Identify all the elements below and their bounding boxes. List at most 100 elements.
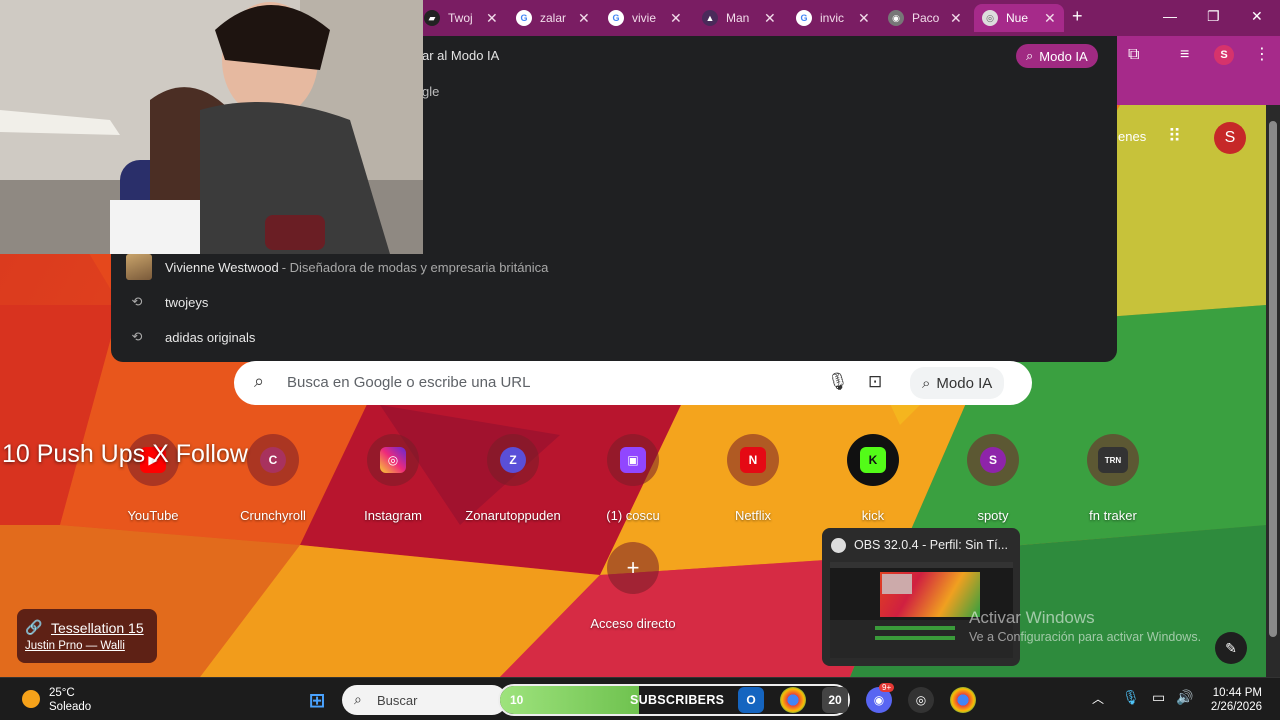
scrollbar[interactable] <box>1266 105 1280 677</box>
browser-tab[interactable]: ▲ Man ✕ <box>694 4 784 32</box>
close-tab-icon[interactable]: ✕ <box>578 10 590 27</box>
shortcut-instagram[interactable]: ◎ Instagram <box>338 434 448 523</box>
close-tab-icon[interactable]: ✕ <box>670 10 682 27</box>
zonarutoppuden-icon: Z <box>500 447 526 473</box>
images-link[interactable]: enes <box>1118 129 1146 144</box>
spoty-icon: S <box>980 447 1006 473</box>
chrome-icon: ◎ <box>982 10 998 26</box>
suggestion-item[interactable]: ⟲ adidas originals <box>126 322 256 352</box>
modo-ia-search-button[interactable]: ⌕ Modo IA <box>910 367 1005 399</box>
google-search-hint[interactable]: gle <box>422 84 439 99</box>
tab-title: Nue <box>1006 11 1029 25</box>
scrollbar-thumb[interactable] <box>1269 121 1277 637</box>
app-badge-icon[interactable]: 20 <box>822 687 848 713</box>
stream-overlay-text: 10 Push Ups X Follow <box>2 440 248 468</box>
tab-title: Twoj <box>448 11 473 25</box>
obs-taskbar-preview[interactable]: OBS 32.0.4 - Perfil: Sin Tí... <box>822 528 1020 666</box>
obs-icon[interactable]: ◎ <box>908 687 934 713</box>
shortcut-tile: ◎ <box>367 434 419 486</box>
crunchyroll-icon: C <box>260 447 286 473</box>
attribution-title[interactable]: Tessellation 15 <box>51 620 144 636</box>
shortcut-spoty[interactable]: S spoty <box>938 434 1048 523</box>
shortcut-label: YouTube <box>127 508 179 523</box>
outlook-icon[interactable]: O <box>738 687 764 713</box>
restore-icon[interactable]: ❐ <box>1207 8 1220 25</box>
ntp-search-box[interactable]: ⌕ Busca en Google o escribe una URL 🎙 ⊡ … <box>234 361 1032 405</box>
tray-chevron-icon[interactable]: ︿ <box>1092 690 1104 707</box>
browser-tab[interactable]: G invic ✕ <box>788 4 878 32</box>
windows-start-icon[interactable]: ⊞ <box>304 687 330 713</box>
apps-grid-icon[interactable]: ⠿ <box>1168 126 1181 147</box>
modo-ia-label: Modo IA <box>1039 48 1088 64</box>
menu-icon[interactable]: ⋮ <box>1254 44 1270 64</box>
extensions-icon[interactable]: ⧉ <box>1128 46 1139 64</box>
network-icon[interactable]: ▭ <box>1152 689 1165 706</box>
shortcut-tile: C <box>247 434 299 486</box>
close-window-icon[interactable]: ✕ <box>1251 8 1263 25</box>
shortcut-label: Acceso directo <box>590 616 676 631</box>
browser-tab-active[interactable]: ◎ Nue ✕ <box>974 4 1064 32</box>
chrome-icon[interactable] <box>950 687 976 713</box>
close-tab-icon[interactable]: ✕ <box>950 10 962 27</box>
fn-traker-icon: TRN <box>1098 447 1128 473</box>
browser-tab[interactable]: ◉ Paco ✕ <box>880 4 970 32</box>
taskbar-clock[interactable]: 10:44 PM 2/26/2026 <box>1200 686 1262 714</box>
obs-icon <box>831 538 846 553</box>
new-tab-button[interactable]: + <box>1072 6 1083 27</box>
browser-tab[interactable]: G vivie ✕ <box>600 4 690 32</box>
suggestion-item[interactable]: Vivienne Westwood - Diseñadora de modas … <box>126 252 548 282</box>
add-shortcut-button[interactable]: + Acceso directo <box>578 542 688 631</box>
shortcut-coscu[interactable]: ▣ (1) coscu <box>578 434 688 523</box>
shortcut-netflix[interactable]: N Netflix <box>698 434 808 523</box>
media-control-icon[interactable]: ≡ <box>1180 46 1189 64</box>
profile-avatar[interactable]: S <box>1214 45 1234 65</box>
suggestion-text: Vivienne Westwood <box>165 259 279 275</box>
shortcut-kick[interactable]: K kick <box>818 434 928 523</box>
activate-subtitle: Ve a Configuración para activar Windows. <box>969 630 1202 644</box>
shortcut-label: Instagram <box>364 508 422 523</box>
taskbar-search[interactable]: ⌕ Buscar <box>342 685 507 715</box>
app-icon: ▲ <box>702 10 718 26</box>
history-icon: ⟲ <box>131 329 143 344</box>
minimize-icon[interactable]: ― <box>1163 8 1177 24</box>
shortcut-tile: S <box>967 434 1019 486</box>
kick-icon: K <box>860 447 886 473</box>
close-tab-icon[interactable]: ✕ <box>1044 10 1056 27</box>
close-tab-icon[interactable]: ✕ <box>486 10 498 27</box>
modo-ia-button[interactable]: ⌕ Modo IA <box>1016 44 1098 68</box>
weather-temp: 25°C <box>49 687 75 699</box>
tab-title: Man <box>726 11 750 25</box>
link-icon: 🔗 <box>25 619 43 635</box>
browser-tab[interactable]: ▰ Twoj ✕ <box>416 4 506 32</box>
search-icon: ⌕ <box>254 371 265 391</box>
shortcut-label: spoty <box>977 508 1009 523</box>
chrome-icon[interactable] <box>780 687 806 713</box>
search-icon: ⌕ <box>354 691 362 707</box>
tab-title: invic <box>820 11 845 25</box>
google-icon: G <box>516 10 532 26</box>
twitch-icon: ▣ <box>620 447 646 473</box>
attribution-author[interactable]: Justin Prno — Walli <box>25 640 125 652</box>
close-tab-icon[interactable]: ✕ <box>764 10 776 27</box>
shortcut-zonarutoppuden[interactable]: Z Zonarutoppuden <box>458 434 568 523</box>
modo-ia-label: Modo IA <box>936 374 993 392</box>
google-icon: G <box>796 10 812 26</box>
customize-pencil-icon[interactable]: ✎ <box>1215 632 1247 664</box>
close-tab-icon[interactable]: ✕ <box>858 10 870 27</box>
weather-desc: Soleado <box>49 701 92 713</box>
shortcut-fn-traker[interactable]: TRN fn traker <box>1058 434 1168 523</box>
lens-camera-icon[interactable]: ⊡ <box>868 372 882 392</box>
browser-tab[interactable]: G zalar ✕ <box>508 4 598 32</box>
microphone-icon[interactable]: 🎙 <box>827 372 849 392</box>
search-placeholder: Busca en Google o escribe una URL <box>287 374 531 391</box>
ai-mode-hint[interactable]: ar al Modo IA <box>422 48 499 63</box>
suggestion-item[interactable]: ⟲ twojeys <box>126 287 209 317</box>
shortcut-label: Zonarutoppuden <box>465 508 561 523</box>
wallpaper-attribution[interactable]: 🔗 Tessellation 15 Justin Prno — Walli <box>17 609 157 663</box>
suggestion-desc: - Diseñadora de modas y empresaria britá… <box>281 259 549 275</box>
shortcut-label: Crunchyroll <box>240 508 306 523</box>
volume-icon[interactable]: 🔊 <box>1176 689 1193 706</box>
account-avatar[interactable]: S <box>1214 122 1246 154</box>
microphone-icon[interactable]: 🎙 <box>1122 689 1140 706</box>
google-icon: G <box>608 10 624 26</box>
